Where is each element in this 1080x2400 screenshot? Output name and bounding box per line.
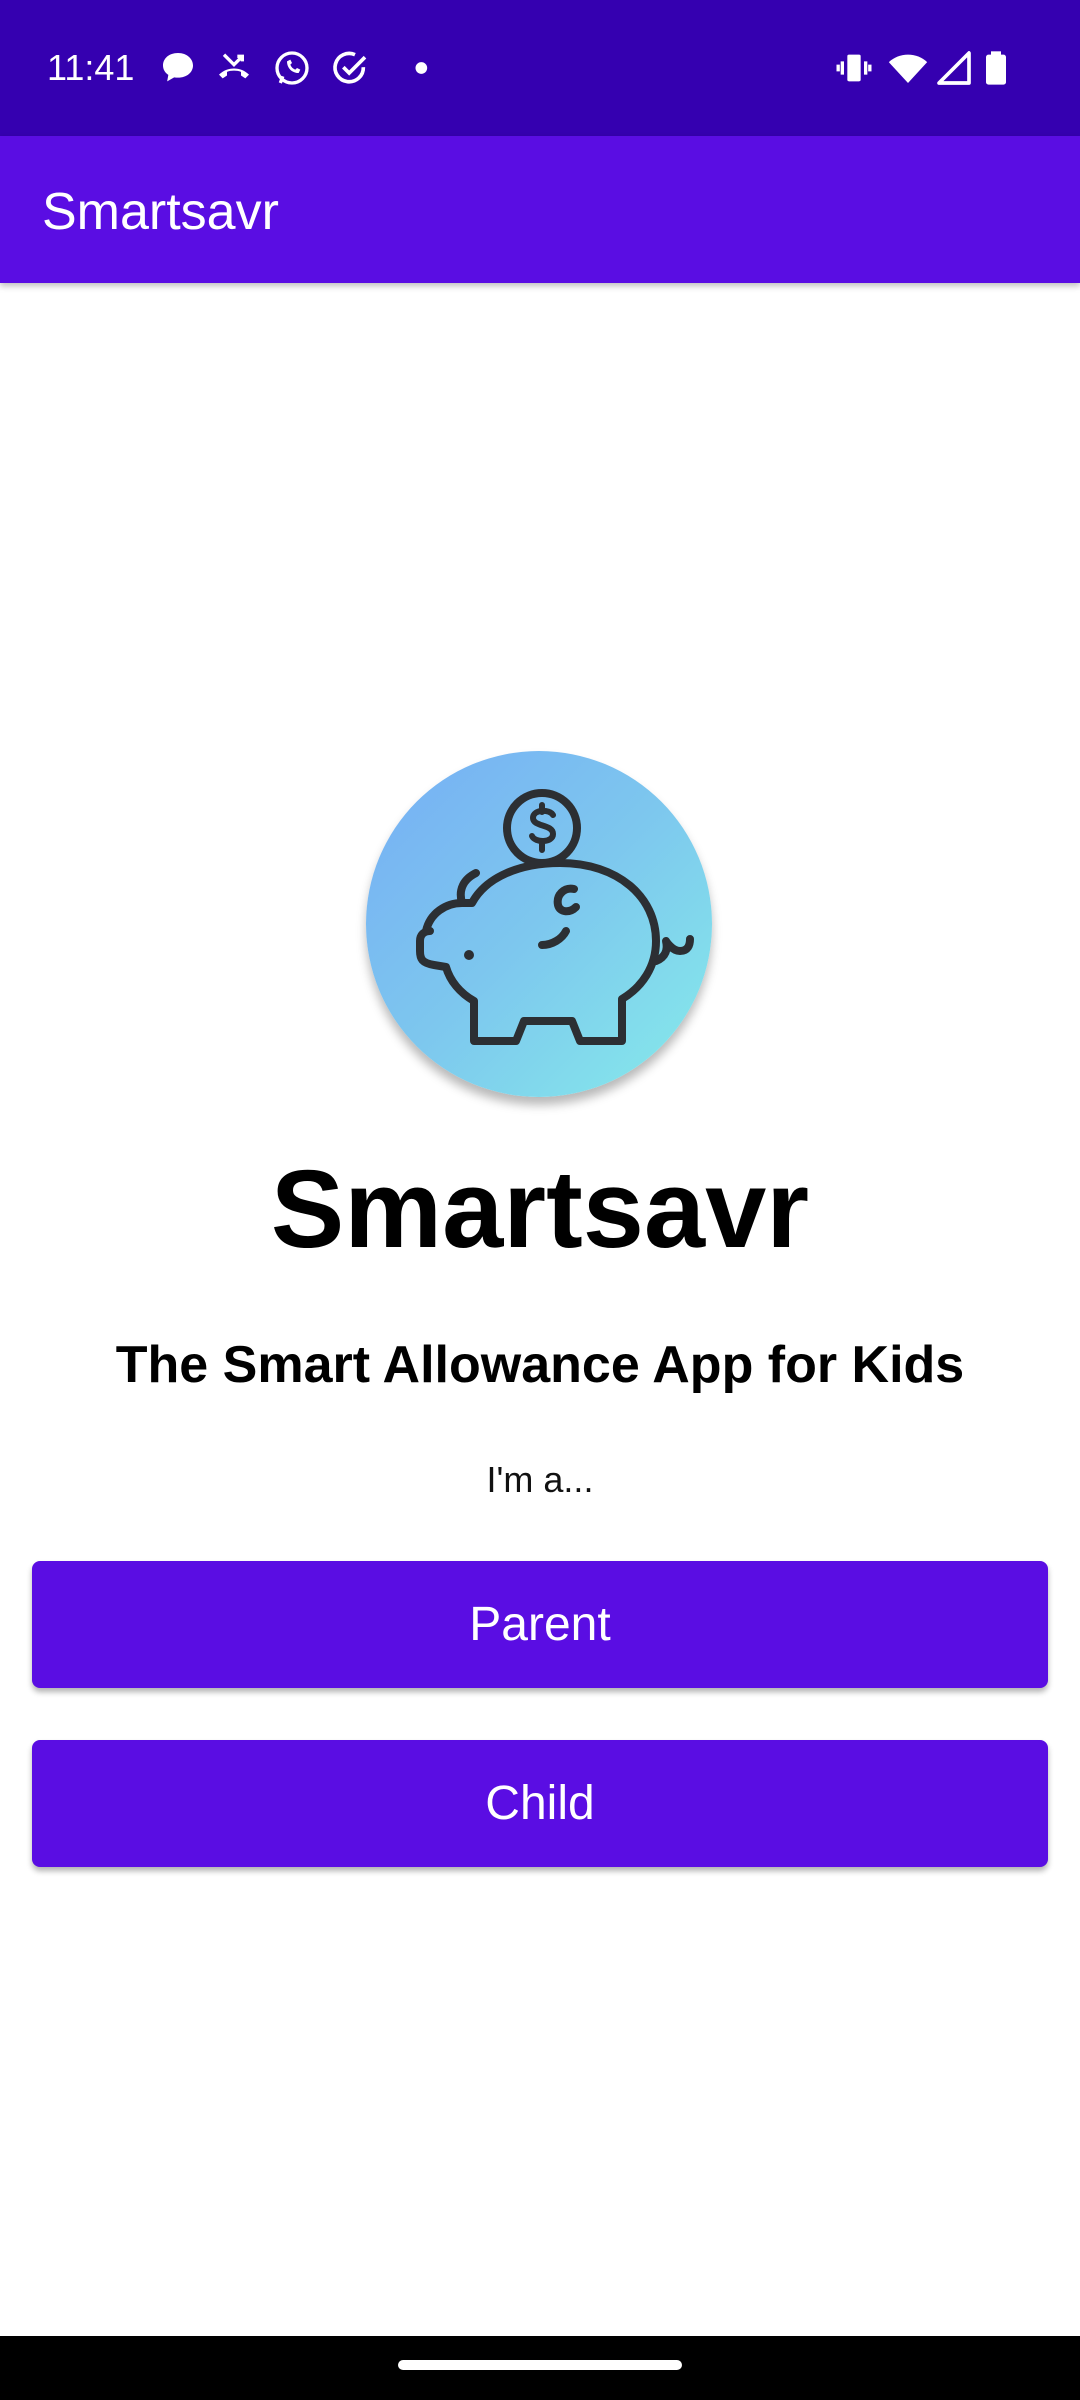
cell-signal-icon: [934, 48, 974, 88]
role-prompt: I'm a...: [486, 1459, 594, 1500]
status-time: 11:41: [47, 47, 135, 88]
app-name-heading: Smartsavr: [270, 1148, 810, 1271]
tagline: The Smart Allowance App for Kids: [115, 1336, 965, 1394]
app-bar-title: Smartsavr: [42, 183, 279, 241]
check-circle-icon: [330, 48, 370, 88]
wifi-icon: [888, 48, 928, 88]
missed-call-icon: [214, 48, 254, 88]
piggy-bank-coin-icon: [366, 751, 712, 1097]
vibrate-icon: [834, 48, 874, 88]
whatsapp-icon: [272, 48, 312, 88]
home-gesture-handle[interactable]: [398, 2360, 682, 2370]
status-bar: 11:41: [0, 0, 1080, 136]
app-bar: Smartsavr: [0, 136, 1080, 283]
parent-button[interactable]: Parent: [32, 1561, 1048, 1688]
dot-icon: [388, 48, 428, 88]
chat-bubble-icon: [158, 48, 198, 88]
child-button[interactable]: Child: [32, 1740, 1048, 1867]
battery-icon: [976, 48, 1016, 88]
